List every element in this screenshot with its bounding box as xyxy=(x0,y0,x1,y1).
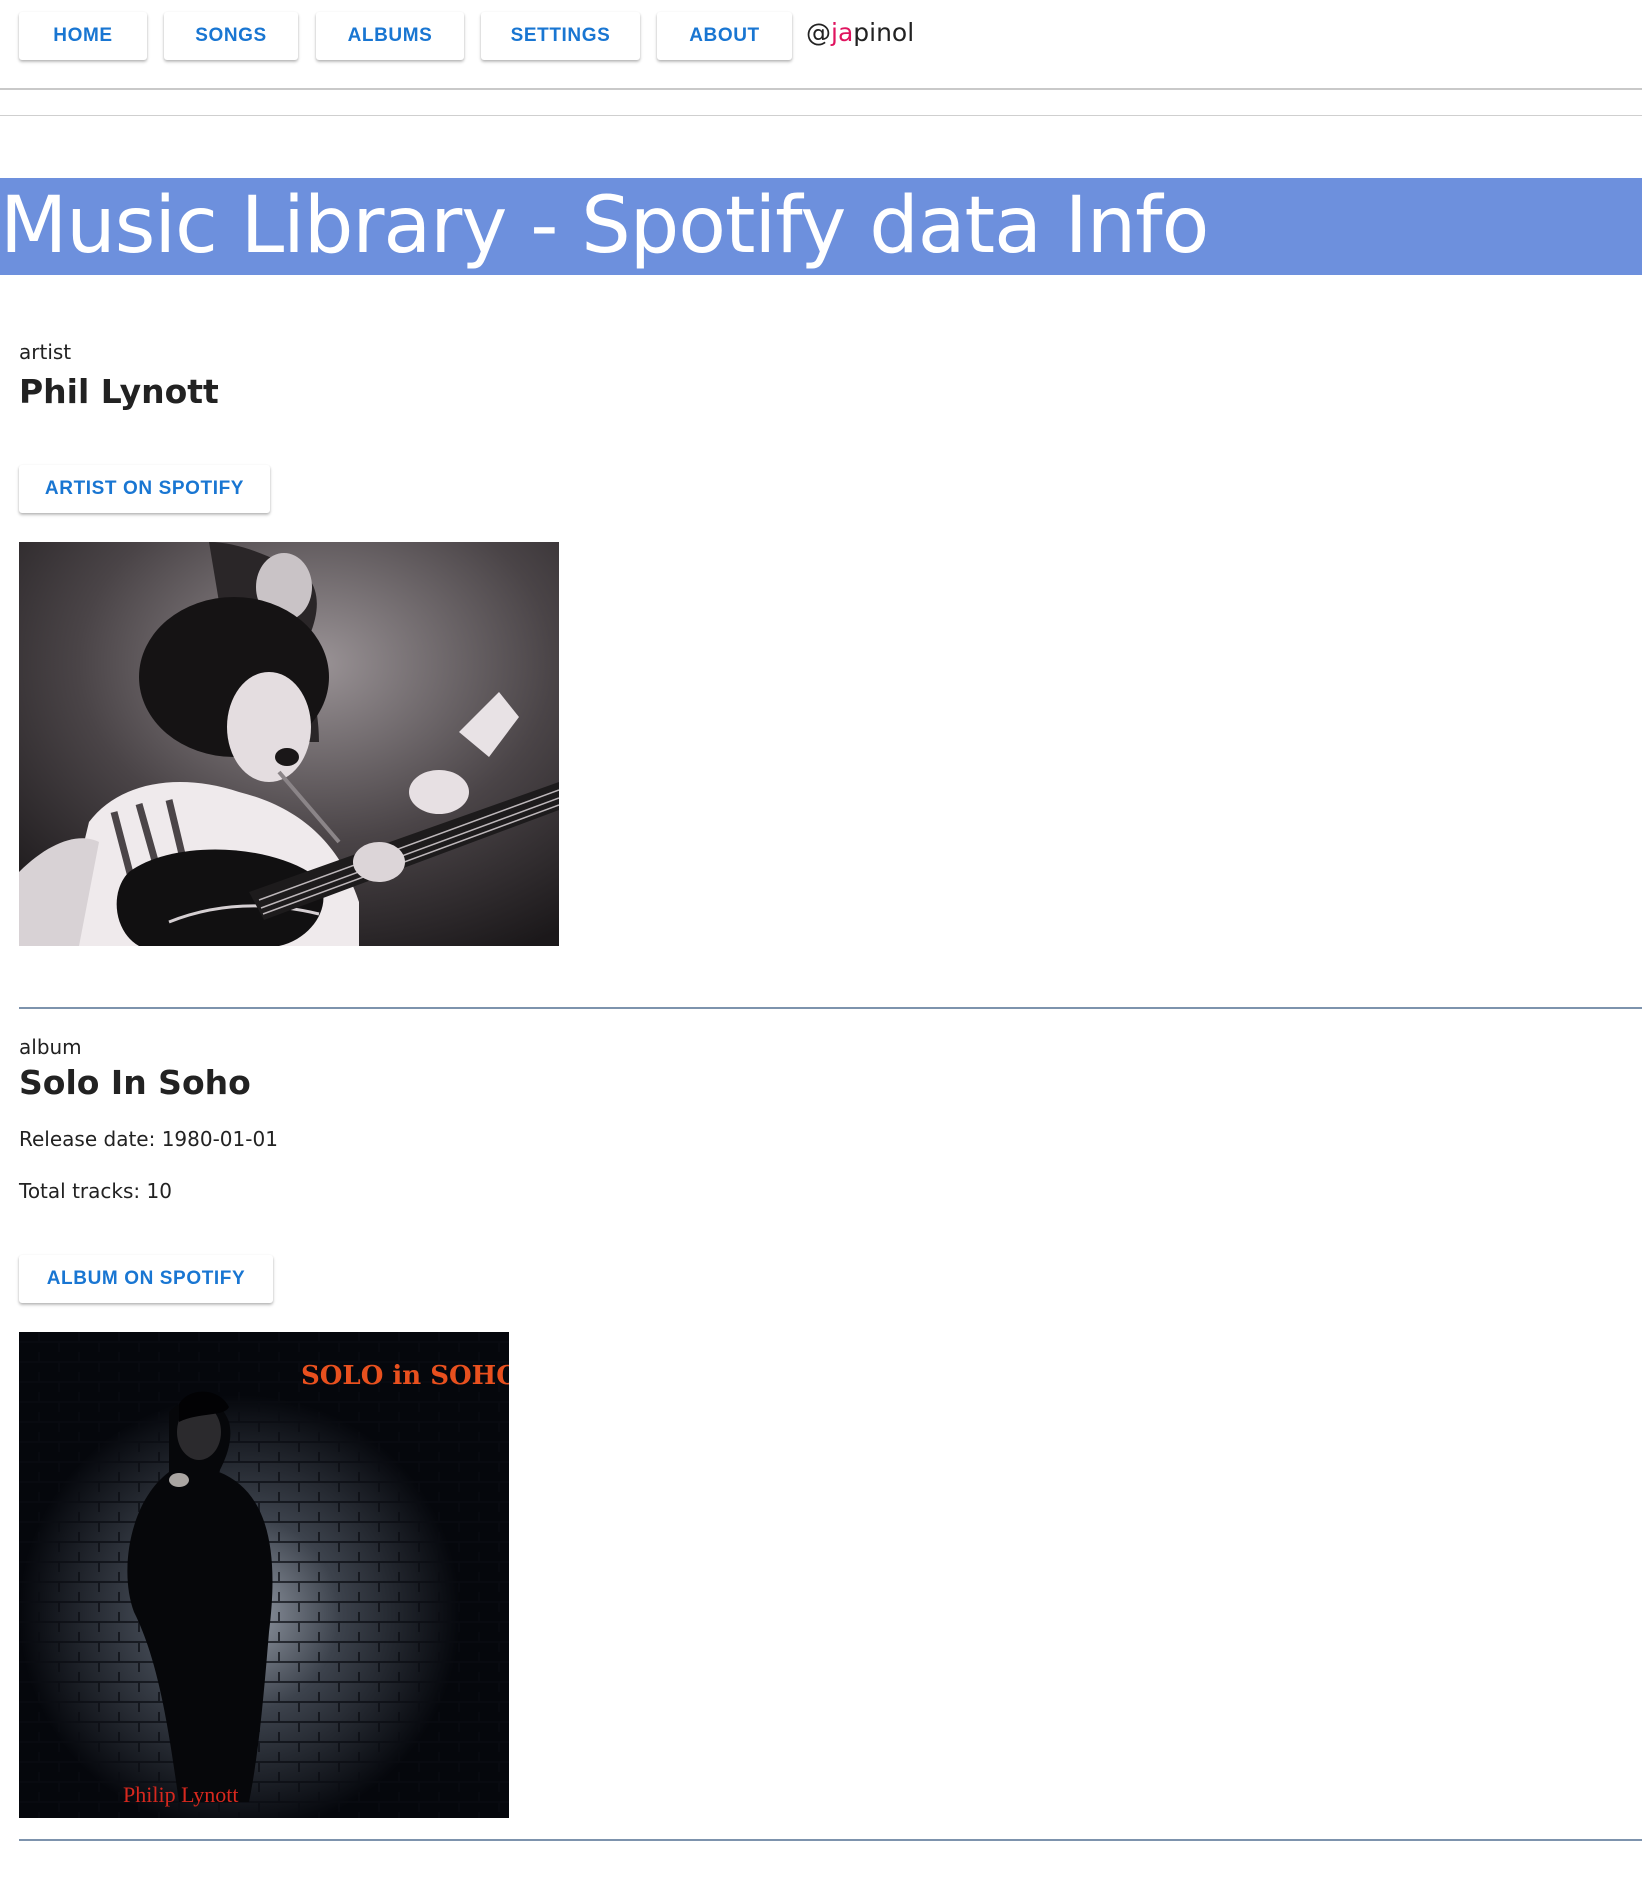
handle-rest: pinol xyxy=(853,18,915,47)
nav-home-button[interactable]: HOME xyxy=(19,12,147,60)
album-name: Solo In Soho xyxy=(19,1063,251,1102)
album-section-label: album xyxy=(19,1035,82,1059)
nav-albums-button[interactable]: ALBUMS xyxy=(316,12,464,60)
svg-text:Philip Lynott: Philip Lynott xyxy=(123,1782,239,1807)
nav-songs-button[interactable]: SONGS xyxy=(164,12,298,60)
album-total-tracks: Total tracks: 10 xyxy=(19,1179,172,1203)
artist-on-spotify-button[interactable]: ARTIST ON SPOTIFY xyxy=(19,465,270,513)
handle-prefix: @ xyxy=(806,18,831,47)
handle-accent: ja xyxy=(831,18,854,47)
artist-section-label: artist xyxy=(19,340,72,364)
artist-name: Phil Lynott xyxy=(19,372,219,411)
svg-text:SOLO in SOHO: SOLO in SOHO xyxy=(301,1361,509,1391)
header-divider xyxy=(0,115,1642,116)
page-title: Music Library - Spotify data Info xyxy=(0,181,1209,271)
artist-section-divider xyxy=(19,1007,1642,1009)
page-banner: Music Library - Spotify data Info xyxy=(0,178,1642,275)
top-nav-bar: HOME SONGS ALBUMS SETTINGS ABOUT @japino… xyxy=(0,0,1642,90)
album-on-spotify-button[interactable]: ALBUM ON SPOTIFY xyxy=(19,1255,273,1303)
album-cover: SOLO in SOHO Philip Lynott xyxy=(19,1332,509,1818)
user-handle[interactable]: @japinol xyxy=(806,18,914,47)
artist-photo xyxy=(19,542,559,946)
album-section-divider xyxy=(19,1839,1642,1841)
album-release-date: Release date: 1980-01-01 xyxy=(19,1127,278,1151)
nav-settings-button[interactable]: SETTINGS xyxy=(481,12,640,60)
nav-about-button[interactable]: ABOUT xyxy=(657,12,792,60)
